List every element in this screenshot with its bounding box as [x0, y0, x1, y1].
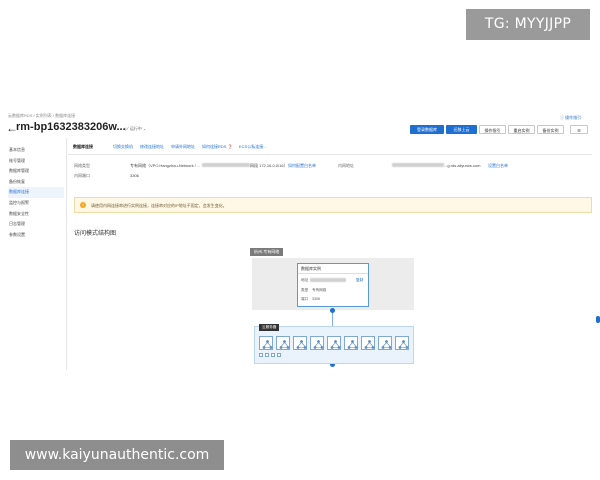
question-icon: ❓ — [227, 144, 233, 149]
db-card-title: 数据库实例 — [298, 264, 368, 274]
sidebar-item-monitoring[interactable]: 监控与报警 — [8, 198, 64, 209]
server-icon — [395, 336, 409, 350]
tab-modify-address[interactable]: 修改连接地址 — [140, 144, 164, 150]
sidebar-item-parameters[interactable]: 参数设置 — [8, 230, 64, 241]
sidebar-item-accounts[interactable]: 账号管理 — [8, 156, 64, 167]
tab-ecs-connect[interactable]: ECS公私连接... — [239, 144, 267, 150]
warning-icon: ! — [80, 202, 86, 208]
sidebar-item-backup[interactable]: 备份恢复 — [8, 177, 64, 188]
server-mini-icon — [265, 353, 269, 357]
app-tag: 云服务器 — [259, 324, 280, 331]
internal-address-value: ...g.rds.aliyuncs.com — [444, 163, 481, 168]
tab-how-to-connect-label: 如何连接RDS — [202, 144, 227, 149]
db-type-label: 类型 — [301, 288, 309, 292]
tab-apply-public[interactable]: 申请外网地址 — [171, 144, 195, 150]
login-database-button[interactable]: 登录数据库 — [410, 125, 444, 134]
breadcrumb[interactable]: 云数据库RDS / 实例列表 / 数据库连接 — [8, 113, 75, 119]
server-icon — [276, 336, 290, 350]
network-type-value: 专有网络（VPC:Hangzhou-Network / ... — [130, 163, 201, 168]
app-server-group: 云服务器 — [254, 324, 414, 364]
status-text: 运行中 — [129, 126, 142, 131]
sidebar-item-security[interactable]: 数据安全性 — [8, 209, 64, 220]
sidebar-divider — [66, 138, 67, 370]
tab-switch-vswitch[interactable]: 切换交换机 — [113, 144, 133, 150]
server-icon — [259, 336, 273, 350]
server-mini-icon — [259, 353, 263, 357]
network-type-label: 网络类型 — [74, 163, 90, 168]
db-port-label: 端口 — [301, 297, 309, 301]
server-icon — [344, 336, 358, 350]
guide-button[interactable]: 操作指引 — [479, 125, 506, 134]
help-link-label: 操作指引 — [565, 115, 582, 120]
redacted-address — [392, 163, 444, 167]
page-title: rm-bp1632383206w... — [16, 121, 126, 133]
restart-instance-button[interactable]: 重启实例 — [508, 125, 535, 134]
sidebar-item-logs[interactable]: 日志管理 — [8, 219, 64, 230]
redacted-db-address — [310, 278, 346, 282]
whitelist-guide-link[interactable]: 如何配置白名单 — [288, 163, 316, 169]
db-instance-card: 数据库实例 地址 复制 类型 专有网络 端口 3306 — [297, 263, 369, 307]
watermark-top: TG: MYYJJPP — [466, 9, 590, 40]
redacted-vpc-id — [202, 163, 250, 167]
server-icon — [293, 336, 307, 350]
vpc-tag: 杭州-专有网络 — [250, 248, 284, 256]
info-icon: ⓘ — [560, 115, 564, 120]
more-menu-button[interactable]: ☰ — [570, 125, 588, 134]
db-type-value: 专有网络 — [312, 288, 327, 292]
server-icon — [378, 336, 392, 350]
status-icon: |✓ — [125, 126, 129, 131]
set-whitelist-link[interactable]: 设置白名单 — [488, 163, 508, 169]
vpc-box: 数据库实例 地址 复制 类型 专有网络 端口 3306 — [252, 258, 414, 310]
internal-port-label: 内网端口 — [74, 173, 90, 178]
backup-instance-button[interactable]: 备份实例 — [537, 125, 564, 134]
connection-node-top — [329, 308, 335, 313]
warning-banner: ! 请使用内网连接串进行实例连接，连接串对应的IP地址不固定，会发生变化。 — [74, 197, 592, 213]
scroll-handle-icon[interactable] — [596, 316, 600, 323]
internal-address-label: 内网地址 — [338, 163, 354, 168]
tab-connection[interactable]: 数据库连接 — [73, 144, 93, 150]
tab-how-to-connect[interactable]: 如何连接RDS ❓ — [202, 144, 233, 150]
watermark-bottom: www.kaiyunauthentic.com — [10, 440, 224, 470]
server-icon — [361, 336, 375, 350]
network-segment-value: 网段 172.16.0.0/16） — [250, 163, 288, 168]
internal-port-value: 3306 — [130, 173, 139, 178]
tabs-underline — [68, 154, 592, 155]
server-icon — [327, 336, 341, 350]
help-link[interactable]: ⓘ 操作指引 — [560, 115, 581, 121]
migrate-button[interactable]: 迁移上云 — [446, 125, 477, 134]
server-mini-icon — [271, 353, 275, 357]
db-port-value: 3306 — [312, 297, 320, 301]
sidebar-item-basic-info[interactable]: 基本信息 — [8, 145, 64, 156]
access-mode-diagram: 杭州-专有网络 数据库实例 地址 复制 类型 专有网络 端口 3306 云服务器 — [250, 248, 420, 368]
sidebar: 基本信息 账号管理 数据库管理 备份恢复 数据库连接 监控与报警 数据安全性 日… — [8, 145, 64, 240]
warning-text: 请使用内网连接串进行实例连接，连接串对应的IP地址不固定，会发生变化。 — [91, 203, 227, 208]
server-mini-icon — [277, 353, 281, 357]
server-icon — [310, 336, 324, 350]
sidebar-item-databases[interactable]: 数据库管理 — [8, 166, 64, 177]
section-title: 访问模式结构图 — [74, 231, 117, 237]
db-address-label: 地址 — [301, 278, 309, 282]
chevron-down-icon[interactable]: ⌄ — [143, 126, 146, 131]
status-badge: |✓ 运行中 ⌄ — [125, 126, 146, 132]
copy-link[interactable]: 复制 — [356, 278, 363, 283]
sidebar-item-connection[interactable]: 数据库连接 — [8, 187, 64, 198]
